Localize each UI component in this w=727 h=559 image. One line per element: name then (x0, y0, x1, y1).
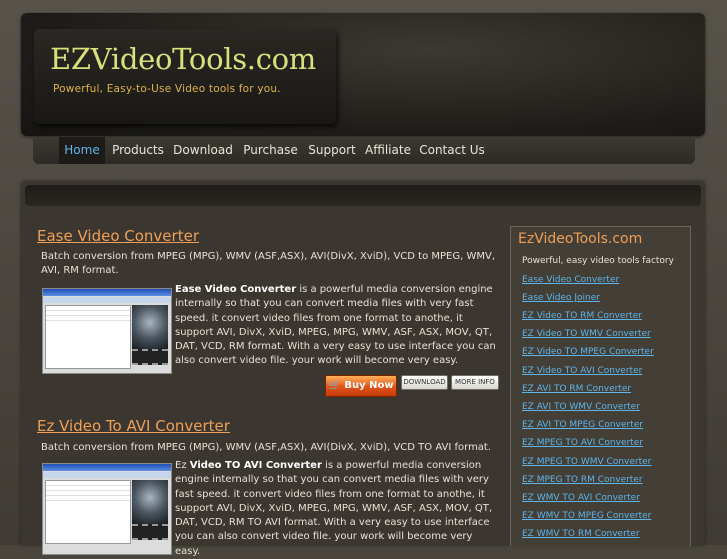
site-tagline: Powerful, Easy-to-Use Video tools for yo… (53, 83, 281, 95)
buy-now-button[interactable]: 🛒 Buy Now (325, 375, 397, 397)
sidebar-link[interactable]: EZ Video TO MPEG Converter (522, 347, 654, 357)
sidebar-link[interactable]: EZ AVI TO RM Converter (522, 384, 631, 394)
content-top-bar (25, 185, 701, 206)
sidebar-link[interactable]: EZ AVI TO WMV Converter (522, 402, 640, 412)
nav-item-products[interactable]: Products (108, 137, 168, 164)
product-screenshot[interactable] (42, 463, 172, 555)
sidebar-link[interactable]: EZ Video TO RM Converter (522, 311, 642, 321)
sidebar-link[interactable]: EZ WMV TO AVI Converter (522, 493, 640, 503)
product-description: Ease Video Converter is a powerful media… (175, 283, 499, 369)
product-name-bold: Video TO AVI Converter (189, 460, 322, 471)
sidebar-link[interactable]: EZ Video TO AVI Converter (522, 366, 642, 376)
product-description: Ez Video TO AVI Converter is a powerful … (175, 459, 499, 559)
download-button[interactable]: DOWNLOAD (401, 375, 448, 390)
product-summary: Batch conversion from MPEG (MPG), WMV (A… (41, 251, 495, 276)
site-title[interactable]: EZVideoTools.com (50, 42, 316, 76)
nav-item-download[interactable]: Download (172, 137, 234, 164)
sidebar-link[interactable]: EZ Video TO WMV Converter (522, 329, 651, 339)
buy-now-label: Buy Now (344, 380, 394, 391)
sidebar-link[interactable]: EZ MPEG TO AVI Converter (522, 438, 643, 448)
sidebar-link[interactable]: EZ MPEG TO WMV Converter (522, 457, 651, 467)
nav-item-support[interactable]: Support (307, 137, 357, 164)
sidebar-link[interactable]: Ease Video Converter (522, 275, 619, 285)
sidebar-link[interactable]: Ease Video Joiner (522, 293, 600, 303)
sidebar-link[interactable]: EZ WMV TO MPEG Converter (522, 511, 651, 521)
sidebar-link[interactable]: EZ WMV TO RM Converter (522, 529, 640, 539)
product-title-ease-video-converter[interactable]: Ease Video Converter (37, 227, 199, 245)
nav-item-contact-us[interactable]: Contact Us (419, 137, 485, 164)
nav-item-affiliate[interactable]: Affiliate (363, 137, 413, 164)
sidebar-link[interactable]: EZ MPEG TO RM Converter (522, 475, 643, 485)
product-name-bold: Ease Video Converter (175, 284, 297, 295)
sidebar-subtitle: Powerful, easy video tools factory (522, 256, 674, 266)
product-screenshot[interactable] (42, 288, 172, 374)
product-summary: Batch conversion from MPEG (MPG), WMV (A… (41, 442, 492, 453)
cart-icon: 🛒 (328, 380, 345, 391)
product-description-prefix: Ez (175, 460, 190, 471)
product-description-text: is a powerful media conversion engine in… (175, 460, 493, 557)
product-title-ez-video-to-avi-converter[interactable]: Ez Video To AVI Converter (37, 417, 230, 435)
nav-item-purchase[interactable]: Purchase (241, 137, 300, 164)
nav-item-home[interactable]: Home (59, 137, 105, 164)
sidebar-title: EzVideoTools.com (518, 231, 643, 247)
sidebar-link[interactable]: EZ AVI TO MPEG Converter (522, 420, 643, 430)
more-info-button[interactable]: MORE INFO (451, 375, 499, 390)
product-description-text: is a powerful media conversion engine in… (175, 284, 496, 367)
